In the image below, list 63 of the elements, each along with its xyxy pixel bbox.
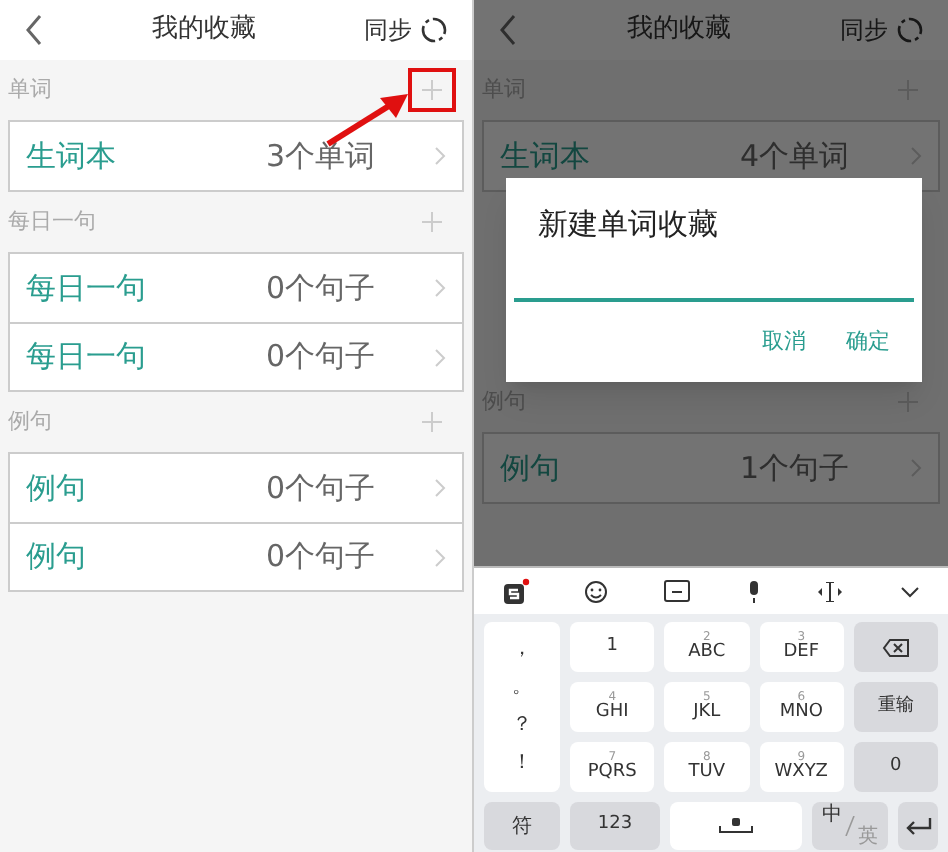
- row-title: 例句: [26, 536, 88, 579]
- chevron-icon: [434, 347, 446, 367]
- enter-key[interactable]: [898, 802, 938, 850]
- keyboard-key[interactable]: 0: [853, 742, 938, 792]
- row-count: 0个句子: [266, 467, 378, 510]
- chevron-icon: [434, 146, 446, 166]
- keyboard-key[interactable]: 1: [570, 622, 655, 672]
- row-count: 0个句子: [266, 536, 378, 579]
- chevron-down-icon[interactable]: [900, 585, 921, 597]
- punctuation-column[interactable]: ， 。 ？ ！: [484, 622, 560, 792]
- sync-label[interactable]: 同步: [840, 12, 888, 48]
- keyboard-key[interactable]: 重输: [853, 682, 938, 732]
- row-count: 0个句子: [266, 336, 378, 379]
- backspace-key[interactable]: [853, 622, 938, 672]
- chevron-icon: [434, 547, 446, 567]
- plus-icon: [422, 80, 442, 100]
- add-button[interactable]: [408, 68, 456, 112]
- section-label: 每日一句: [8, 205, 96, 238]
- plus-icon: [422, 412, 442, 432]
- punctuation-key[interactable]: ，: [512, 639, 532, 660]
- list-row[interactable]: 例句 0个句子: [10, 522, 462, 590]
- symbols-key[interactable]: 符: [484, 802, 560, 850]
- punctuation-key[interactable]: ！: [512, 754, 532, 775]
- back-icon[interactable]: [24, 14, 44, 46]
- row-title: 例句: [500, 447, 562, 490]
- microphone-icon[interactable]: [745, 579, 762, 603]
- language-key[interactable]: 中 英: [812, 802, 888, 850]
- page-title: 我的收藏: [152, 12, 256, 49]
- enter-icon: [904, 817, 932, 835]
- keyboard-logo-icon[interactable]: [501, 577, 530, 605]
- numbers-key[interactable]: 123: [570, 802, 660, 850]
- chevron-icon: [434, 278, 446, 298]
- list-row[interactable]: 生词本 3个单词: [10, 122, 462, 190]
- sync-icon[interactable]: [420, 16, 448, 44]
- row-title: 生词本: [26, 135, 118, 178]
- row-title: 生词本: [500, 135, 592, 178]
- punctuation-key[interactable]: ？: [512, 716, 532, 737]
- cursor-icon[interactable]: [816, 581, 845, 601]
- row-title: 每日一句: [26, 267, 148, 310]
- section-label: 例句: [8, 405, 52, 438]
- row-count: 4个单词: [740, 135, 852, 178]
- list-row[interactable]: 例句 0个句子: [10, 454, 462, 522]
- list-row[interactable]: 每日一句 0个句子: [10, 254, 462, 322]
- sync-label[interactable]: 同步: [364, 12, 412, 48]
- dialog-title: 新建单词收藏: [536, 204, 720, 246]
- space-icon: [718, 818, 754, 834]
- keyboard-icon[interactable]: [664, 580, 691, 602]
- slash-icon: [844, 816, 856, 836]
- plus-icon: [422, 212, 442, 232]
- smiley-icon[interactable]: [584, 579, 609, 603]
- row-title: 每日一句: [26, 336, 148, 379]
- back-icon[interactable]: [498, 14, 518, 46]
- punctuation-key[interactable]: 。: [512, 677, 532, 698]
- chevron-icon: [434, 478, 446, 498]
- section-label: 单词: [8, 73, 52, 106]
- page-title: 我的收藏: [627, 12, 731, 49]
- row-count: 3个单词: [266, 135, 378, 178]
- row-count: 1个句子: [740, 447, 852, 490]
- backspace-icon: [881, 637, 910, 657]
- row-count: 0个句子: [266, 267, 378, 310]
- space-key[interactable]: [670, 802, 802, 850]
- row-title: 例句: [26, 467, 88, 510]
- list-row[interactable]: 每日一句 0个句子: [10, 322, 462, 390]
